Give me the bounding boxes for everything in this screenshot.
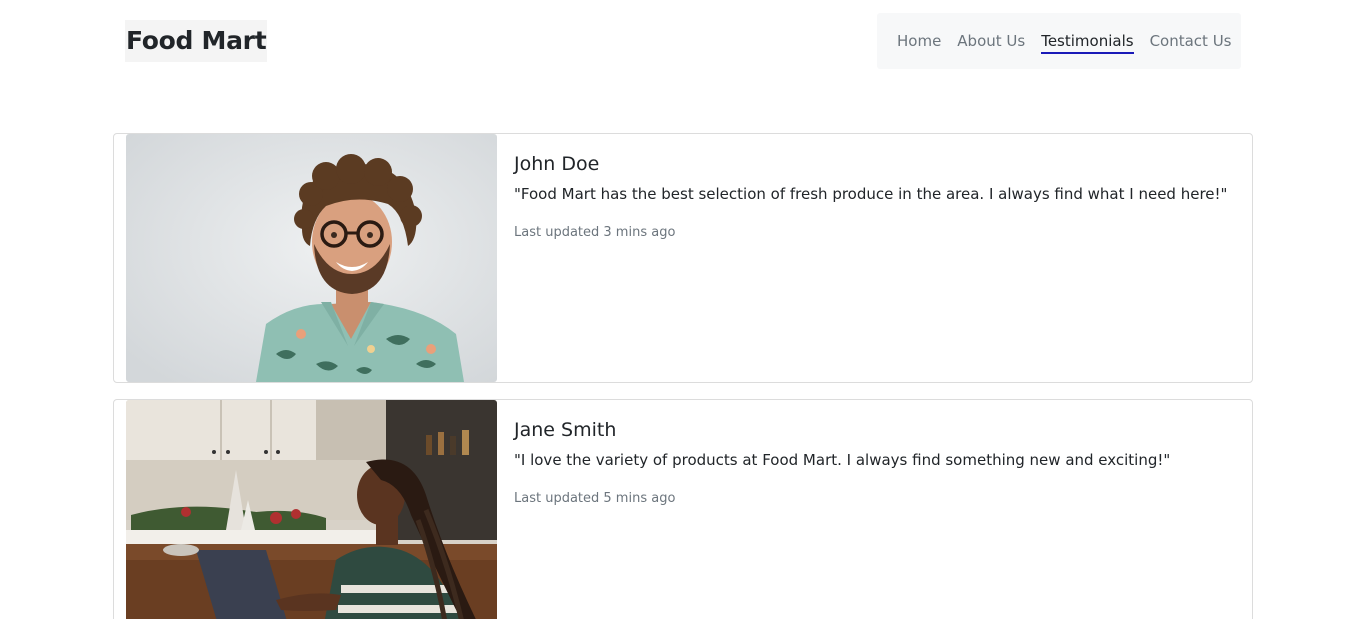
last-updated: Last updated 3 mins ago: [514, 225, 676, 240]
page: Food Mart Home About Us Testimonials Con…: [0, 0, 1359, 619]
testimonial-quote: "I love the variety of products at Food …: [514, 451, 1171, 469]
brand-logo[interactable]: Food Mart: [125, 20, 268, 62]
customer-photo: [126, 400, 497, 619]
testimonial-card: John Doe "Food Mart has the best selecti…: [113, 133, 1253, 383]
testimonial-card: Jane Smith "I love the variety of produc…: [113, 399, 1253, 619]
customer-photo: [126, 134, 497, 382]
nav-home[interactable]: Home: [897, 31, 941, 51]
testimonial-body: Jane Smith "I love the variety of produc…: [514, 418, 1240, 508]
testimonial-body: John Doe "Food Mart has the best selecti…: [514, 152, 1240, 242]
customer-name: John Doe: [514, 153, 600, 175]
last-updated: Last updated 5 mins ago: [514, 491, 676, 506]
customer-name: Jane Smith: [514, 419, 617, 441]
nav-about-us[interactable]: About Us: [957, 31, 1025, 51]
nav-testimonials[interactable]: Testimonials: [1041, 31, 1134, 54]
main-nav: Home About Us Testimonials Contact Us: [877, 13, 1241, 69]
nav-contact-us[interactable]: Contact Us: [1150, 31, 1232, 51]
testimonial-quote: "Food Mart has the best selection of fre…: [514, 185, 1228, 203]
